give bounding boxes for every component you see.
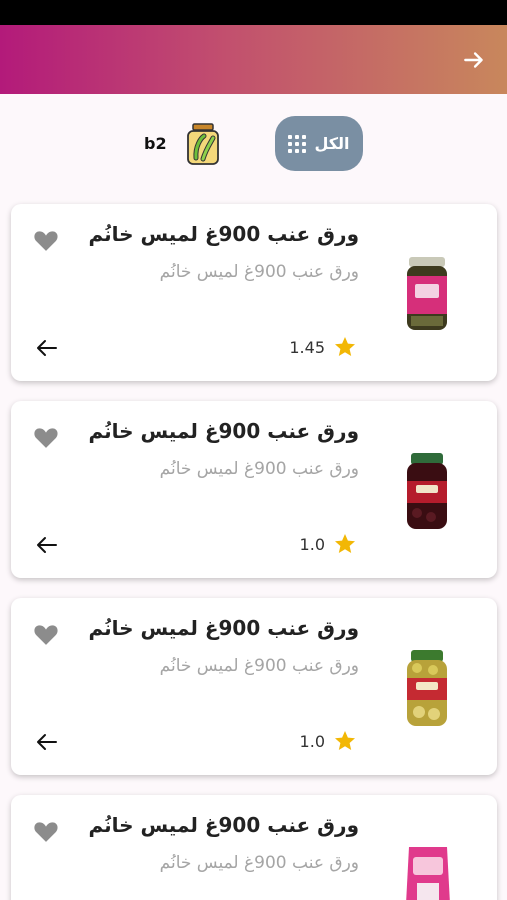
rating-value: 1.0 [299,731,325,751]
back-button[interactable] [461,47,487,73]
arrow-right-icon [464,52,483,68]
category-chip-all[interactable]: الكل [275,116,363,171]
category-chips: الكل b2 [0,116,507,172]
pickle-jar-icon [186,122,219,165]
product-card[interactable]: ورق عنب 900غ لميس خانُم ورق عنب 900غ لمي… [11,204,497,381]
star-icon [335,337,355,356]
product-card[interactable]: ورق عنب 900غ لميس خانُم ورق عنب 900غ لمي… [11,401,497,578]
product-title: ورق عنب 900غ لميس خانُم [88,222,359,246]
product-title: ورق عنب 900غ لميس خانُم [88,813,359,837]
arrow-left-icon[interactable] [35,533,59,557]
star-icon [335,731,355,750]
product-rating: 1.45 [289,335,357,359]
rating-value: 1.0 [299,534,325,554]
product-card[interactable]: ورق عنب 900غ لميس خانُم ورق عنب 900غ لمي… [11,795,497,900]
heart-icon[interactable] [33,228,59,252]
status-bar [0,0,507,25]
heart-icon[interactable] [33,425,59,449]
product-subtitle: ورق عنب 900غ لميس خانُم [159,459,359,479]
rating-value: 1.45 [289,337,325,357]
product-image [407,257,447,330]
product-title: ورق عنب 900غ لميس خانُم [88,616,359,640]
product-subtitle: ورق عنب 900غ لميس خانُم [159,853,359,873]
category-chip-b2[interactable]: b2 [135,116,245,171]
category-chip-label: الكل [314,134,350,153]
heart-icon[interactable] [33,622,59,646]
heart-icon[interactable] [33,819,59,843]
product-title: ورق عنب 900غ لميس خانُم [88,419,359,443]
category-chip-label: b2 [144,134,167,153]
arrow-left-icon[interactable] [35,730,59,754]
product-subtitle: ورق عنب 900غ لميس خانُم [159,262,359,282]
product-image [407,650,447,726]
star-icon [335,534,355,553]
product-rating: 1.0 [300,532,357,556]
product-rating: 1.0 [300,729,357,753]
grid-icon [288,134,307,153]
product-image [407,453,447,529]
product-image [406,847,450,900]
product-subtitle: ورق عنب 900غ لميس خانُم [159,656,359,676]
app-bar [0,25,507,94]
arrow-left-icon[interactable] [35,336,59,360]
product-card[interactable]: ورق عنب 900غ لميس خانُم ورق عنب 900غ لمي… [11,598,497,775]
